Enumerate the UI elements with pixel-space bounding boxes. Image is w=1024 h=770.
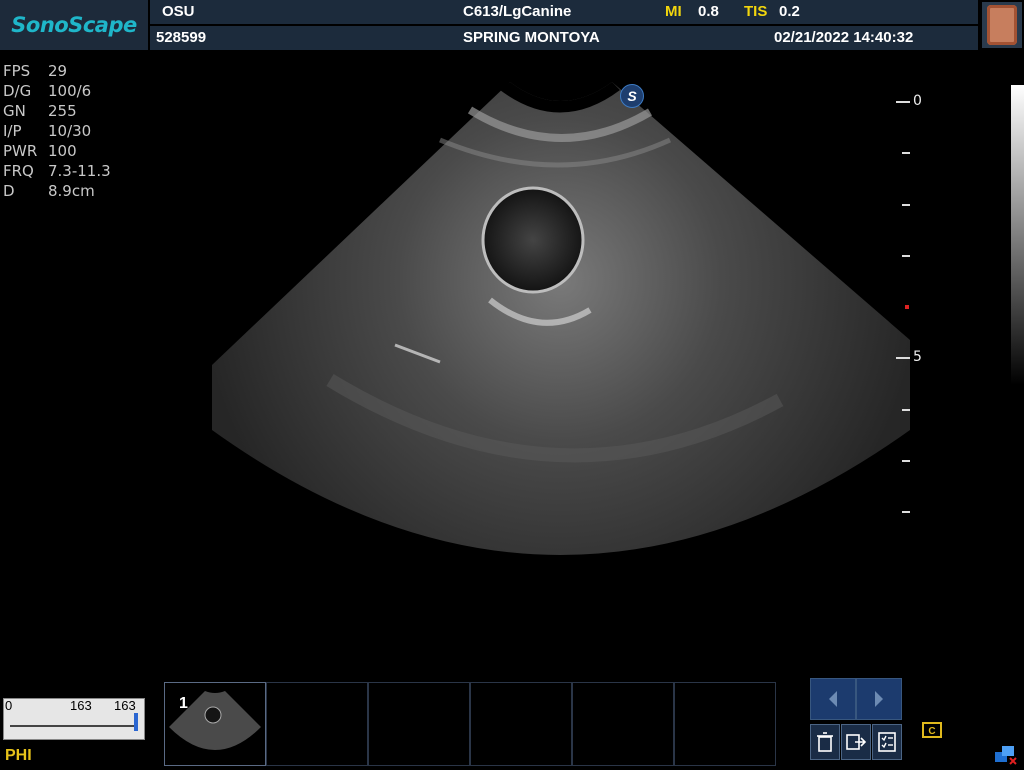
- abdomen-preset-icon[interactable]: [982, 2, 1022, 48]
- depth-tick: [902, 409, 910, 411]
- depth-tick: [896, 357, 910, 359]
- tis-label: TIS: [744, 3, 768, 20]
- thumbnail-slot[interactable]: [674, 682, 776, 766]
- delete-button[interactable]: [810, 724, 840, 760]
- logo-text: SonoScape: [11, 13, 137, 37]
- cine-total: 163: [114, 698, 136, 713]
- probe-preset[interactable]: C613/LgCanine: [463, 3, 571, 20]
- depth-tick: [902, 255, 910, 257]
- export-icon: [846, 734, 867, 750]
- cine-handle[interactable]: [134, 713, 138, 731]
- trash-icon: [817, 732, 833, 752]
- patient-id: 528599: [156, 29, 207, 46]
- patient-name: SPRING MONTOYA: [463, 29, 600, 46]
- film-icon[interactable]: C: [922, 722, 942, 738]
- cine-slider[interactable]: 0 163 163: [3, 698, 145, 740]
- probe-orientation-badge: S: [620, 84, 644, 108]
- depth-tick: [902, 204, 910, 206]
- image-nav-panel: [810, 678, 902, 764]
- header-bar: SonoScape OSU C613/LgCanine MI 0.8 TIS 0…: [0, 0, 1024, 50]
- header-row-top: OSU C613/LgCanine MI 0.8 TIS 0.2: [150, 0, 978, 24]
- institution-name: OSU: [162, 3, 195, 20]
- select-button[interactable]: [872, 724, 902, 760]
- thumbnail-slot[interactable]: [470, 682, 572, 766]
- depth-label-5: 5: [913, 349, 922, 365]
- chevron-left-icon: [829, 691, 837, 707]
- depth-tick: [902, 511, 910, 513]
- exam-datetime: 02/21/2022 14:40:32: [774, 29, 914, 46]
- thumbnail-slot[interactable]: [368, 682, 470, 766]
- prev-page-button[interactable]: [810, 678, 856, 720]
- cine-scale: [10, 725, 136, 727]
- thumbnail-1[interactable]: 1: [164, 682, 266, 766]
- ultrasound-image[interactable]: [0, 60, 1024, 570]
- depth-tick: [902, 460, 910, 462]
- depth-label-0: 0: [913, 93, 922, 109]
- network-icon[interactable]: [993, 744, 1017, 766]
- thumbnail-number: 1: [179, 695, 188, 712]
- mi-label: MI: [665, 3, 682, 20]
- cine-current: 163: [70, 698, 92, 713]
- chevron-right-icon: [875, 691, 883, 707]
- depth-tick: [896, 101, 910, 103]
- depth-tick: [902, 152, 910, 154]
- focus-marker[interactable]: [905, 305, 909, 309]
- mode-label: PHI: [5, 747, 32, 764]
- mi-value: 0.8: [698, 3, 719, 20]
- sonoscape-logo: SonoScape: [0, 0, 148, 50]
- checklist-icon: [878, 732, 896, 752]
- grayscale-bar: [1011, 85, 1024, 385]
- export-button[interactable]: [841, 724, 871, 760]
- thumbnail-slot[interactable]: [572, 682, 674, 766]
- next-page-button[interactable]: [856, 678, 902, 720]
- header-row-bottom: 528599 SPRING MONTOYA 02/21/2022 14:40:3…: [150, 26, 978, 50]
- thumbnail-slot[interactable]: [266, 682, 368, 766]
- cine-start: 0: [5, 698, 13, 713]
- tis-value: 0.2: [779, 3, 800, 20]
